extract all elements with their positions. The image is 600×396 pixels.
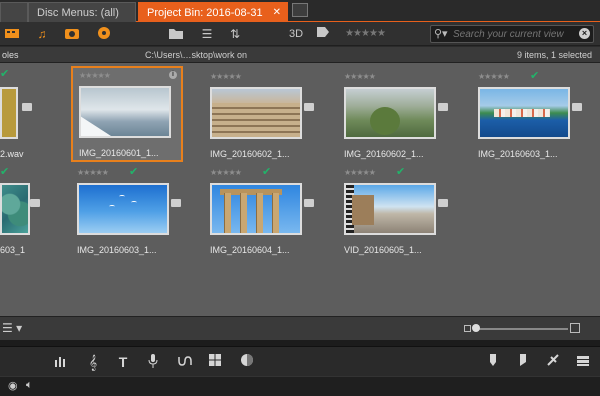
speaker-icon[interactable]: 🔈︎ [26, 379, 33, 392]
item-caption: IMG_20160604_1... [210, 245, 290, 255]
item-caption: IMG_20160603_1... [478, 149, 558, 159]
folder-icon[interactable] [572, 103, 582, 111]
media-item-wav[interactable]: ✔ 2.wav [0, 68, 34, 165]
item-caption: 2.wav [0, 149, 24, 159]
folder-icon[interactable] [304, 103, 314, 111]
music-icon[interactable]: ♫ [32, 26, 52, 42]
tab-disc-menus[interactable]: Disc Menus: (all) [28, 2, 136, 22]
tab-partial[interactable] [0, 2, 28, 22]
search-input[interactable] [453, 27, 571, 41]
thumbnail-size-slider[interactable] [464, 323, 580, 334]
new-tab-button[interactable] [292, 3, 308, 17]
video-thumbnail [344, 183, 436, 235]
browser-footer: ☰ ▾ [0, 316, 600, 340]
check-icon: ✔ [129, 166, 139, 178]
timeline-toolbar: 𝄞 T [0, 346, 600, 376]
check-icon: ✔ [396, 166, 406, 178]
image-thumbnail [210, 87, 302, 139]
tab-project-bin-label: Project Bin: 2016-08-31 [147, 7, 263, 19]
item-caption: IMG_20160601_1... [79, 148, 159, 158]
rating-stars[interactable]: ★★★★★ [344, 168, 376, 177]
library-toolbar: ♫ ☰ ⇅ 3D ★★★★★ ⚲▾ × [0, 22, 600, 46]
check-icon: ✔ [262, 166, 272, 178]
marker-in-icon[interactable] [484, 353, 502, 371]
media-item[interactable]: ★★★★★ IMG_20160602_1... [204, 69, 316, 165]
media-item-selected[interactable]: ★★★★★ i IMG_20160601_1... [71, 66, 183, 162]
razor-icon[interactable] [544, 353, 562, 371]
microphone-icon[interactable] [144, 353, 162, 371]
check-icon: ✔ [0, 68, 10, 80]
title-icon[interactable]: T [114, 353, 132, 371]
rating-filter[interactable]: ★★★★★ [342, 26, 388, 42]
media-grid: ✔ 2.wav ★★★★★ i IMG_20160601_1... ★★★★★ … [0, 63, 600, 316]
media-item[interactable]: ★★★★★ IMG_20160602_1... [338, 69, 450, 165]
search-box[interactable]: ⚲▾ × [430, 25, 594, 43]
close-tab-icon[interactable]: ✕ [273, 3, 281, 23]
camera-icon[interactable] [62, 26, 82, 42]
tag-icon[interactable] [314, 26, 332, 42]
folder-icon[interactable] [304, 199, 314, 207]
image-thumbnail [478, 87, 570, 139]
audio-thumbnail [0, 87, 18, 139]
tab-bar: Disc Menus: (all) Project Bin: 2016-08-3… [0, 0, 600, 22]
audio-mixer-icon[interactable] [52, 353, 70, 371]
small-thumbnail-icon [464, 325, 471, 332]
large-thumbnail-icon [570, 323, 580, 333]
image-thumbnail [79, 86, 171, 138]
collection-label: oles [2, 50, 19, 60]
media-item-video[interactable]: ★★★★★ ✔ VID_20160605_1... [338, 165, 450, 261]
music-note-icon[interactable]: 𝄞 [84, 353, 102, 371]
multicam-icon[interactable] [206, 353, 224, 371]
item-count: 9 items, 1 selected [516, 50, 592, 60]
rating-stars[interactable]: ★★★★★ [210, 168, 242, 177]
search-icon[interactable]: ⚲▾ [434, 27, 448, 40]
folder-icon[interactable] [30, 199, 40, 207]
item-caption: 603_1 [0, 245, 26, 255]
rating-stars[interactable]: ★★★★★ [77, 168, 109, 177]
color-icon[interactable] [238, 353, 256, 371]
tab-project-bin[interactable]: Project Bin: 2016-08-31 ✕ [138, 2, 288, 22]
image-thumbnail [210, 183, 302, 235]
rating-stars[interactable]: ★★★★★ [344, 72, 376, 81]
rating-stars[interactable]: ★★★★★ [210, 72, 242, 81]
disc-icon[interactable] [94, 26, 114, 42]
image-thumbnail [0, 183, 30, 235]
folder-icon[interactable] [438, 199, 448, 207]
folder-icon[interactable] [438, 103, 448, 111]
slider-track[interactable] [476, 328, 568, 330]
media-item[interactable]: ★★★★★ ✔ IMG_20160603_1... [472, 69, 584, 165]
image-thumbnail [77, 183, 169, 235]
transition-icon[interactable] [176, 353, 194, 371]
media-item[interactable]: ✔ 603_1 [0, 165, 42, 261]
folder-icon[interactable] [171, 199, 181, 207]
list-view-icon[interactable]: ☰ [196, 26, 218, 42]
visibility-eye-icon[interactable]: ◉ [8, 379, 18, 392]
item-caption: IMG_20160603_1... [77, 245, 157, 255]
timeline-track-header: ◉ 🔈︎ [0, 376, 600, 396]
item-caption: IMG_20160602_1... [344, 149, 424, 159]
media-item[interactable]: ★★★★★ ✔ IMG_20160604_1... [204, 165, 316, 261]
marker-out-icon[interactable] [514, 353, 532, 371]
rating-stars[interactable]: ★★★★★ [79, 71, 111, 80]
folder-icon[interactable] [22, 103, 32, 111]
sort-icon[interactable]: ⇅ [224, 26, 246, 42]
slider-knob[interactable] [472, 324, 480, 332]
rating-stars[interactable]: ★★★★★ [478, 72, 510, 81]
item-caption: IMG_20160602_1... [210, 149, 290, 159]
clear-icon[interactable]: × [579, 28, 590, 39]
check-icon: ✔ [530, 70, 540, 82]
current-path: C:\Users\…sktop\work on [145, 50, 248, 60]
3d-filter-button[interactable]: 3D [286, 26, 306, 42]
check-icon: ✔ [0, 166, 10, 178]
image-thumbnail [344, 87, 436, 139]
item-caption: VID_20160605_1... [344, 245, 422, 255]
folder-icon[interactable] [166, 26, 186, 42]
storyboard-icon[interactable] [574, 353, 592, 371]
menu-icon[interactable]: ☰ ▾ [2, 321, 22, 335]
path-bar: oles C:\Users\…sktop\work on 9 items, 1 … [0, 47, 600, 63]
media-item[interactable]: ★★★★★ ✔ IMG_20160603_1... [71, 165, 183, 261]
film-icon[interactable] [2, 26, 22, 42]
info-icon[interactable]: i [169, 71, 177, 79]
